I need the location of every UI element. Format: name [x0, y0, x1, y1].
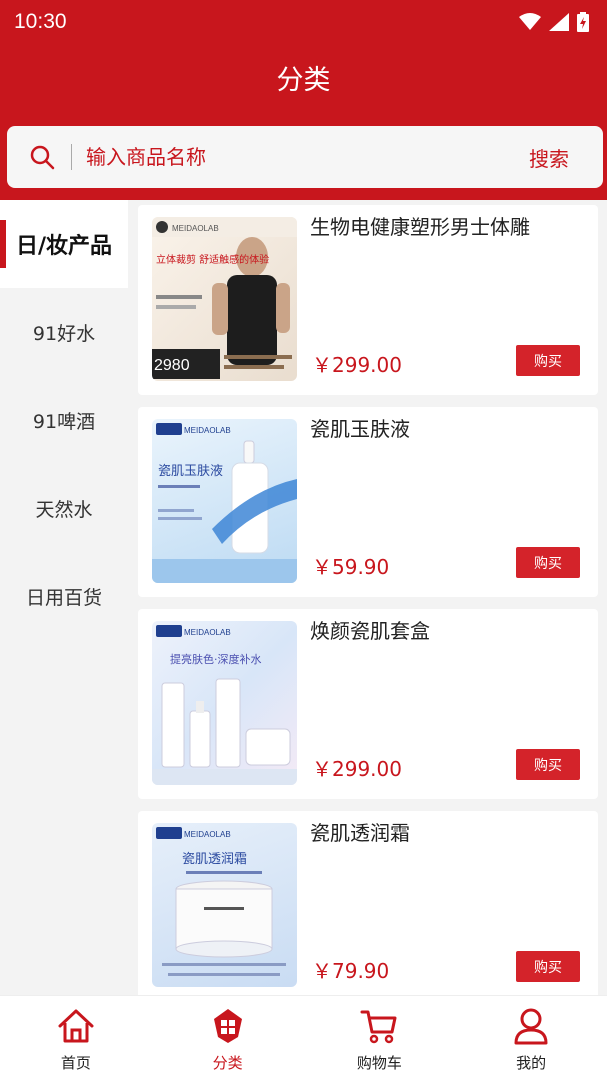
- product-price: ￥79.90: [312, 959, 390, 983]
- product-price: ￥299.00: [312, 757, 402, 781]
- brand-logo: MEIDAOLAB: [184, 830, 231, 839]
- brand-logo: MEIDAOLAB: [184, 628, 231, 637]
- wifi-icon: [519, 13, 541, 30]
- tab-home-label: 首页: [60, 1054, 91, 1072]
- product-price: ￥299.00: [312, 353, 402, 377]
- product-card[interactable]: MEIDAOLAB 瓷肌透润霜 瓷肌透润霜 ￥79.90 购买: [138, 811, 598, 995]
- category-sidebar: 日/妆产品 91好水 91啤酒 天然水 日用百货: [0, 200, 128, 995]
- product-image[interactable]: MEIDAOLAB 瓷肌透润霜: [152, 823, 297, 987]
- bottom-tab-bar: 首页 分类 购物车 我的: [0, 995, 607, 1080]
- search-bar: 搜索: [7, 126, 603, 188]
- product-list: MEIDAOLAB 立体裁剪 舒适触感的体验 2980 生物电健康塑形男士体雕 …: [138, 205, 598, 995]
- search-divider: [71, 144, 72, 170]
- product-card[interactable]: MEIDAOLAB 立体裁剪 舒适触感的体验 2980 生物电健康塑形男士体雕 …: [138, 205, 598, 395]
- category-icon: [208, 1006, 248, 1046]
- header: 10:30 分类 搜索: [0, 0, 607, 200]
- category-item-91-water[interactable]: 91好水: [0, 288, 128, 376]
- brand-logo: MEIDAOLAB: [172, 224, 219, 233]
- search-button[interactable]: 搜索: [529, 143, 569, 172]
- status-icons: [519, 12, 589, 32]
- profile-icon: [511, 1006, 551, 1046]
- product-card[interactable]: MEIDAOLAB 提亮肤色·深度补水 焕颜瓷肌套盒 ￥299.00 购买: [138, 609, 598, 799]
- thumb-headline: 提亮肤色·深度补水: [170, 652, 262, 666]
- product-card[interactable]: MEIDAOLAB 瓷肌玉肤液 瓷肌玉肤液 ￥59.90 购买: [138, 407, 598, 597]
- buy-button[interactable]: 购买: [516, 345, 580, 376]
- category-item-daily-cosmetics[interactable]: 日/妆产品: [0, 200, 128, 288]
- tab-cart[interactable]: 购物车: [304, 996, 456, 1080]
- category-item-daily-goods[interactable]: 日用百货: [0, 552, 128, 640]
- buy-button[interactable]: 购买: [516, 951, 580, 982]
- buy-button[interactable]: 购买: [516, 749, 580, 780]
- product-name[interactable]: 瓷肌透润霜: [310, 817, 410, 846]
- cart-icon: [359, 1006, 399, 1046]
- tab-cart-label: 购物车: [356, 1054, 402, 1072]
- search-icon[interactable]: [29, 142, 59, 172]
- product-image[interactable]: MEIDAOLAB 提亮肤色·深度补水: [152, 621, 297, 785]
- brand-logo: MEIDAOLAB: [184, 426, 231, 435]
- product-price: ￥59.90: [312, 555, 390, 579]
- buy-button[interactable]: 购买: [516, 547, 580, 578]
- product-image[interactable]: MEIDAOLAB 瓷肌玉肤液: [152, 419, 297, 583]
- signal-icon: [549, 13, 569, 31]
- category-item-natural-water[interactable]: 天然水: [0, 464, 128, 552]
- tab-profile-label: 我的: [516, 1054, 547, 1072]
- tab-profile[interactable]: 我的: [455, 996, 607, 1080]
- thumb-badge: 2980: [154, 357, 190, 374]
- status-bar: 10:30: [0, 0, 607, 44]
- product-name[interactable]: 瓷肌玉肤液: [310, 413, 410, 442]
- tab-category-label: 分类: [212, 1054, 243, 1072]
- tab-category[interactable]: 分类: [152, 996, 304, 1080]
- battery-icon: [577, 12, 589, 32]
- home-icon: [56, 1006, 96, 1046]
- page-title: 分类: [276, 65, 331, 96]
- status-time: 10:30: [14, 10, 67, 33]
- product-image[interactable]: MEIDAOLAB 立体裁剪 舒适触感的体验 2980: [152, 217, 297, 381]
- category-item-91-beer[interactable]: 91啤酒: [0, 376, 128, 464]
- thumb-headline: 瓷肌玉肤液: [158, 464, 223, 479]
- search-input[interactable]: [86, 145, 529, 169]
- thumb-headline: 立体裁剪 舒适触感的体验: [156, 253, 269, 266]
- thumb-headline: 瓷肌透润霜: [182, 852, 247, 867]
- product-name[interactable]: 生物电健康塑形男士体雕: [310, 211, 530, 240]
- tab-home[interactable]: 首页: [0, 996, 152, 1080]
- product-name[interactable]: 焕颜瓷肌套盒: [310, 615, 430, 644]
